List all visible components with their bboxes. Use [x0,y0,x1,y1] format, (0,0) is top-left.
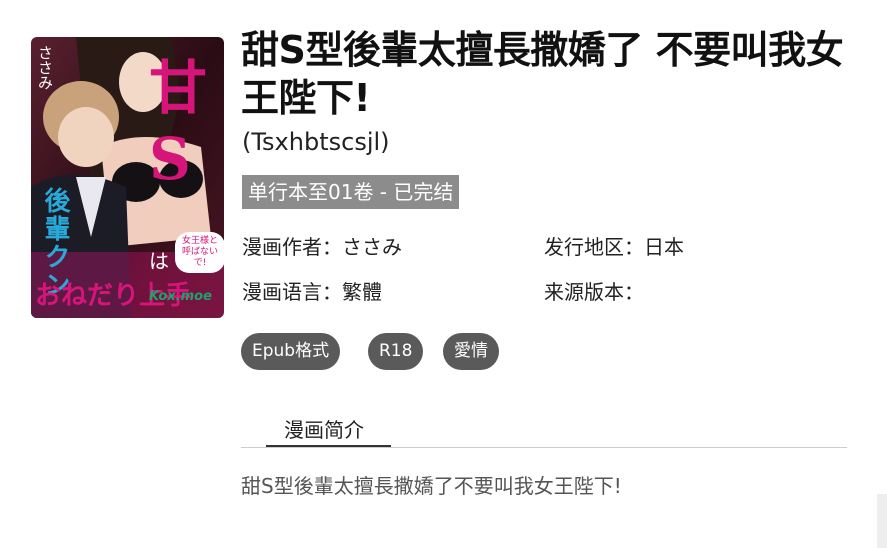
scrollbar[interactable] [877,494,887,548]
region-value: 日本 [644,235,684,259]
tag-r18[interactable]: R18 [368,333,424,370]
language-label: 漫画语言： [242,280,342,304]
tab-intro[interactable]: 漫画简介 [266,414,391,448]
source-label: 来源版本： [544,280,644,304]
info-language: 漫画语言：繁體 [242,276,382,305]
cover-title-glyph: 甘S [149,54,208,193]
tag-romance[interactable]: 愛情 [443,333,499,370]
info-region: 发行地区：日本 [544,231,684,260]
info-author: 漫画作者：ささみ [242,231,402,260]
status-badge: 单行本至01卷 - 已完结 [242,175,460,209]
info-source: 来源版本： [544,276,644,305]
comic-title: 甜S型後輩太擅長撒嬌了 不要叫我女王陛下! [241,28,844,120]
cover-line-wa: は [149,249,169,273]
cover-author-vertical: ささみ [36,45,54,90]
cover-watermark: Kox.moe [149,289,212,304]
region-label: 发行地区： [544,235,644,259]
comic-subtitle: (Tsxhbtscsjl) [242,128,390,156]
description-text: 甜S型後輩太擅長撒嬌了不要叫我女王陛下! [241,474,622,498]
cover-speech: 女王様と呼ばないで! [175,232,224,273]
tag-epub[interactable]: Epub格式 [241,333,341,370]
author-label: 漫画作者： [242,235,342,259]
cover-image: 甘S ささみ 後輩クン は 女王様と呼ばないで! おねだり上手 Kox.moe [31,37,224,318]
author-link[interactable]: ささみ [342,235,402,259]
tab-divider [241,447,847,448]
language-value: 繁體 [342,280,382,304]
